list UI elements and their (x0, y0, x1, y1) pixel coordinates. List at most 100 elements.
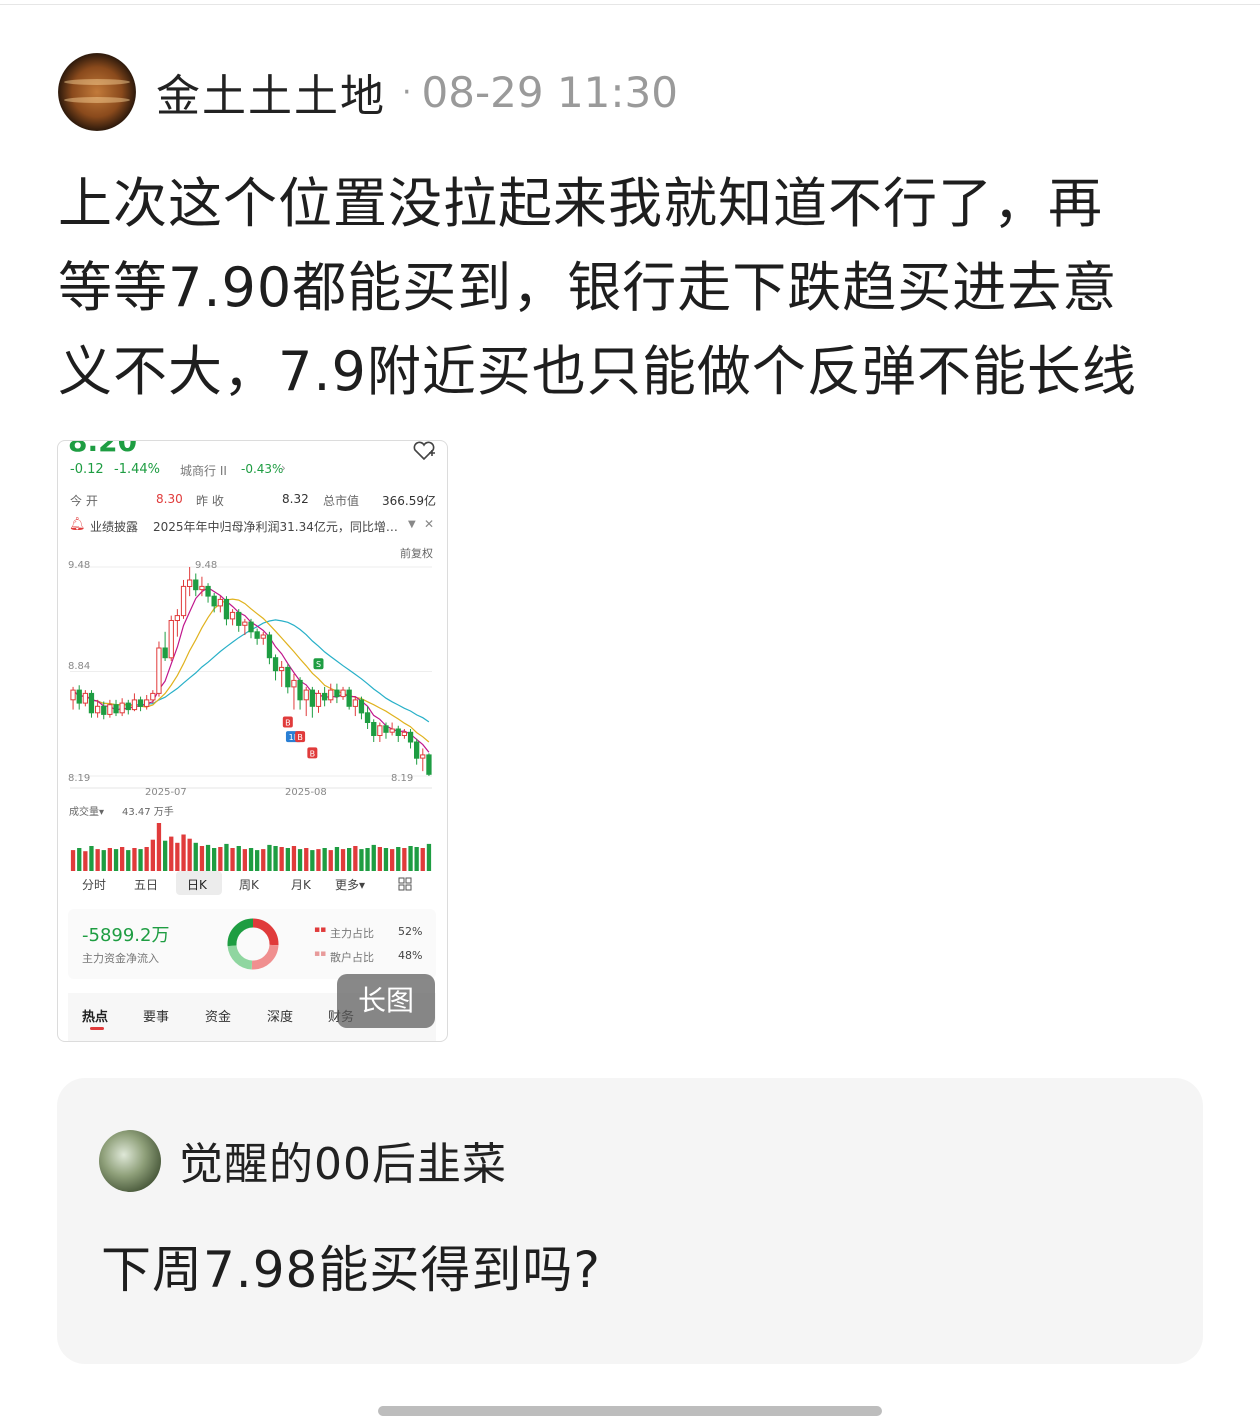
reply-avatar[interactable] (99, 1130, 161, 1192)
author-name[interactable]: 金土土土地 (156, 60, 386, 124)
volume-bar (126, 850, 131, 871)
candle-body (358, 699, 365, 714)
fund-flow-label: 主力资金净流入 (82, 952, 159, 965)
candle-body (291, 679, 297, 688)
author-avatar[interactable] (58, 53, 136, 131)
reply-author-name[interactable]: 觉醒的00后韭菜 (179, 1128, 507, 1192)
candle-body (346, 689, 352, 707)
volume-bar (310, 850, 315, 871)
notice-text[interactable]: 2025年年中归母净利润31.34亿元，同比增… (153, 518, 398, 535)
stock-screenshot-image[interactable]: 8.20 -0.12 -1.44% 城商行 II -0.43% › 今 开 8.… (57, 440, 448, 1042)
volume-bar (169, 836, 174, 871)
volume-bar (340, 849, 346, 871)
volume-bar (334, 847, 340, 871)
close-icon[interactable]: ✕ (424, 517, 434, 531)
period-tab-more[interactable]: 更多▾ (335, 876, 365, 893)
volume-bar (396, 847, 401, 871)
candle-body (199, 585, 205, 591)
candle-body (211, 595, 217, 607)
y-tick-min: 8.19 (68, 773, 91, 784)
candle-body (315, 692, 322, 707)
volume-bar (426, 843, 432, 871)
low-marker: 8.19 (391, 773, 414, 784)
candle-body (229, 611, 236, 620)
candle-body (70, 689, 76, 701)
volume-bar (156, 823, 162, 871)
volume-bar (328, 850, 333, 871)
post-time: 08-29 11:30 (421, 67, 678, 117)
main-ratio-value: 52% (398, 925, 423, 938)
volume-bar (89, 846, 94, 871)
reply-card[interactable]: 觉醒的00后韭菜 下周7.98能买得到吗? (57, 1078, 1203, 1364)
volume-bar (420, 848, 425, 871)
post-content: 上次这个位置没拉起来我就知道不行了，再 等等7.90都能买到，银行走下跌趋买进去… (58, 162, 1208, 414)
change-pct: -1.44% (114, 462, 160, 477)
candle-body (279, 666, 285, 672)
period-tab-active[interactable]: 日K (187, 876, 207, 893)
candle-body (426, 754, 432, 775)
legend-marker: ▪▪ (314, 925, 327, 935)
open-label: 今 开 (70, 494, 98, 508)
trade-mark-label: B (297, 733, 303, 742)
candle-body (266, 634, 273, 659)
candle-body (272, 657, 279, 672)
grid-settings-icon[interactable] (398, 876, 412, 895)
chevron-right-icon: › (281, 461, 286, 475)
scroll-indicator (378, 1406, 882, 1416)
sector-name[interactable]: 城商行 II (180, 462, 227, 479)
post-line: 等等7.90都能买到，银行走下跌趋买进去意 (58, 256, 1118, 319)
period-tab[interactable]: 五日 (134, 876, 158, 893)
candle-body (162, 647, 168, 659)
volume-bar (212, 848, 217, 871)
volume-bar (181, 834, 186, 871)
candle-body (401, 731, 408, 737)
volume-bar (150, 839, 155, 871)
prev-close-value: 8.32 (282, 492, 309, 506)
volume-bar (359, 849, 364, 871)
volume-bar (175, 842, 180, 871)
candle-body (254, 631, 260, 639)
prev-close-label: 昨 收 (196, 494, 224, 508)
tab-hot[interactable]: 热点 (82, 1006, 108, 1025)
period-tab[interactable]: 周K (239, 876, 259, 893)
trade-mark-label: S (316, 660, 321, 669)
dropdown-icon[interactable]: ▼ (408, 519, 416, 530)
notice-tag: 业绩披露 (90, 520, 139, 534)
candle-body (113, 704, 119, 714)
volume-bar (101, 850, 106, 871)
volume-bar (390, 849, 395, 871)
volume-bar (297, 849, 303, 871)
candle-body (242, 621, 248, 626)
y-tick-max: 9.48 (68, 560, 91, 571)
volume-label[interactable]: 成交量▾ (69, 803, 104, 818)
volume-bar (248, 848, 254, 871)
volume-bar (365, 848, 370, 871)
volume-bar (402, 848, 407, 871)
volume-bar (187, 838, 192, 871)
candle-body (119, 702, 125, 714)
volume-bar (285, 848, 290, 871)
volume-bar (107, 848, 112, 871)
tab-news[interactable]: 要事 (143, 1006, 169, 1025)
active-tab-indicator (90, 1027, 104, 1030)
volume-bar (199, 846, 205, 871)
tab-funds[interactable]: 资金 (205, 1006, 231, 1025)
period-tab[interactable]: 分时 (82, 876, 106, 893)
volume-bar (132, 848, 137, 871)
candle-body (371, 722, 377, 736)
market-cap-value: 366.59亿 (382, 494, 436, 508)
candle-body (156, 647, 162, 694)
volume-bar (304, 848, 309, 871)
post-line: 义不大，7.9附近买也只能做个反弹不能长线 (58, 340, 1137, 403)
post-header: 金土土土地 · 08-29 11:30 (58, 52, 678, 132)
candle-body (389, 728, 395, 733)
volume-bar (205, 844, 211, 871)
period-tab[interactable]: 月K (291, 876, 311, 893)
market-cap-label: 总市值 (323, 494, 360, 508)
volume-bar (371, 844, 376, 871)
candle-body (174, 615, 180, 621)
candle-body (248, 621, 254, 633)
volume-bar (377, 847, 382, 871)
tab-depth[interactable]: 深度 (267, 1006, 293, 1025)
retail-ratio-value: 48% (398, 949, 423, 962)
